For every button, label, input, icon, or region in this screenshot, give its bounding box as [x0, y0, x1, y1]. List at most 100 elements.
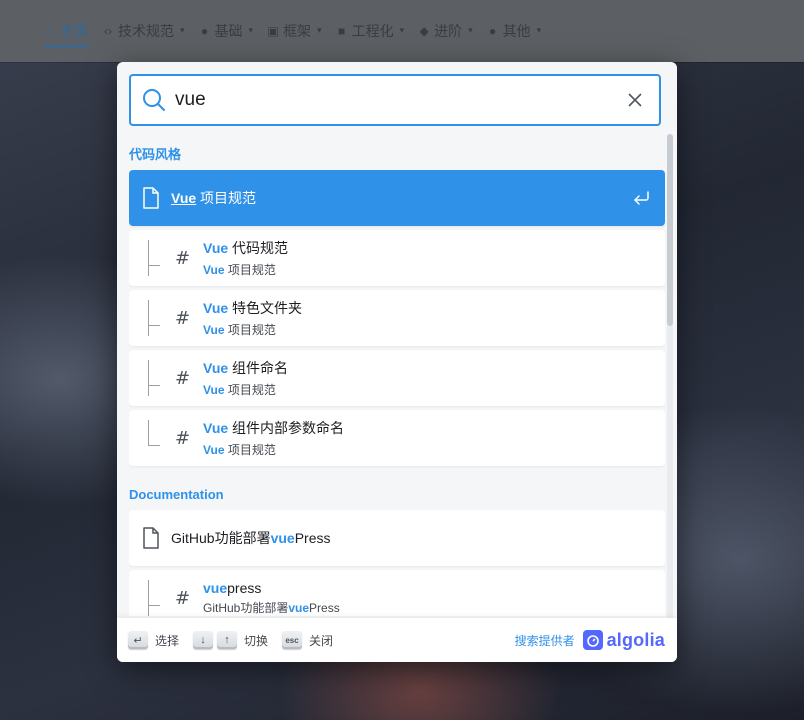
result-title-pre: GitHub功能部署 [171, 530, 271, 546]
result-child-item[interactable]: # Vue 特色文件夹 Vue 项目规范 [129, 290, 665, 346]
enter-key-icon: ↵ [128, 631, 148, 649]
result-child-item[interactable]: # Vue 代码规范 Vue 项目规范 [129, 230, 665, 286]
result-title: Vue 项目规范 [171, 188, 256, 208]
tree-connector [141, 350, 173, 406]
section-title: 代码风格 [129, 147, 182, 162]
nav-item-advanced[interactable]: ◆ 进阶 ▾ [418, 18, 473, 44]
result-path: Vue 项目规范 [203, 381, 288, 398]
algolia-brand: algolia [606, 629, 665, 650]
result-title-rest: Press [294, 530, 331, 546]
algolia-link[interactable]: 搜索提供者 algolia [515, 630, 677, 651]
result-path-rest: Press [309, 601, 340, 615]
result-child-item[interactable]: # Vue 组件命名 Vue 项目规范 [129, 350, 665, 406]
bulb-icon: ● [200, 24, 209, 38]
dots-icon: ● [489, 24, 497, 38]
tree-connector [141, 570, 173, 616]
hash-icon: # [175, 367, 191, 389]
result-path-rest: 项目规范 [224, 383, 276, 397]
top-navbar: ⌂ 主页 ‹› 技术规范 ▾ ● 基础 ▾ ▣ 框架 ▾ ■ 工程化 ▾ ◆ 进… [0, 0, 804, 62]
search-results: 代码风格 Vue 项目规范 # Vue 代码规范 Vue 项目规范 # Vue … [129, 138, 665, 616]
result-item-selected[interactable]: Vue 项目规范 [129, 170, 665, 226]
result-title-rest: 组件内部参数命名 [228, 420, 345, 436]
tree-connector [141, 290, 173, 346]
esc-key-icon: esc [282, 631, 303, 649]
result-item[interactable]: GitHub功能部署vuePress [129, 510, 665, 566]
document-icon [143, 187, 159, 209]
chevron-down-icon: ▾ [180, 24, 185, 35]
result-title-rest: 代码规范 [228, 240, 289, 256]
search-modal: 代码风格 Vue 项目规范 # Vue 代码规范 Vue 项目规范 # [117, 62, 677, 662]
chevron-down-icon: ▾ [248, 24, 254, 35]
close-hint: 关闭 [309, 633, 334, 648]
home-icon: ⌂ [46, 24, 54, 38]
section-title: Documentation [129, 487, 224, 502]
chevron-down-icon: ▾ [536, 24, 542, 35]
result-highlight: Vue [203, 240, 229, 256]
search-input[interactable] [173, 88, 625, 112]
nav-label: 框架 [283, 23, 312, 39]
result-highlight: Vue [171, 190, 197, 206]
result-title: vuepress [203, 580, 340, 596]
result-child-item[interactable]: # Vue 组件内部参数命名 Vue 项目规范 [129, 410, 665, 466]
chevron-down-icon: ▾ [468, 24, 473, 35]
result-highlight: vue [203, 580, 228, 596]
result-highlight: Vue [203, 360, 229, 376]
algolia-icon [582, 630, 603, 650]
arrow-up-key-icon: ↑ [217, 631, 238, 649]
result-path: GitHub功能部署vuePress [203, 599, 340, 616]
result-title: Vue 组件命名 [203, 358, 288, 378]
gem-icon: ◆ [419, 24, 429, 38]
scrollbar-thumb[interactable] [667, 134, 673, 326]
result-path-rest: 项目规范 [224, 263, 276, 277]
nav-item-engineering[interactable]: ■ 工程化 ▾ [336, 18, 405, 44]
tree-connector [141, 410, 173, 466]
hash-icon: # [175, 307, 191, 329]
nav-item-basics[interactable]: ● 基础 ▾ [199, 18, 254, 44]
result-path-rest: 项目规范 [224, 323, 276, 337]
search-bar [129, 74, 661, 126]
hash-icon: # [175, 247, 191, 269]
nav-item-frameworks[interactable]: ▣ 框架 ▾ [267, 18, 322, 44]
search-icon [143, 89, 165, 111]
select-hint: 选择 [155, 633, 180, 648]
result-title: Vue 代码规范 [203, 238, 288, 258]
nav-label: 主页 [60, 23, 88, 39]
frame-icon: ▣ [267, 24, 279, 38]
result-highlight: vue [288, 601, 310, 615]
nav-item-other[interactable]: ● 其他 ▾ [487, 18, 542, 44]
search-footer: ↵ 选择 ↓ ↑ 切换 esc 关闭 搜索提供者 algolia [117, 618, 677, 662]
result-path: Vue 项目规范 [203, 321, 302, 338]
result-title-rest: 组件命名 [228, 360, 289, 376]
result-highlight: Vue [203, 300, 229, 316]
result-path: Vue 项目规范 [203, 441, 344, 458]
result-title-rest: 特色文件夹 [228, 300, 303, 316]
chevron-down-icon: ▾ [399, 24, 405, 35]
result-highlight: Vue [203, 323, 225, 337]
tree-connector [141, 230, 173, 286]
result-child-item[interactable]: # vuepress GitHub功能部署vuePress [129, 570, 665, 616]
result-highlight: Vue [203, 383, 225, 397]
nav-item-home[interactable]: ⌂ 主页 [44, 18, 88, 47]
code-icon: ‹› [104, 24, 112, 38]
nav-item-specs[interactable]: ‹› 技术规范 ▾ [102, 18, 185, 44]
result-highlight: Vue [203, 420, 229, 436]
result-title-rest: 项目规范 [196, 190, 257, 206]
clear-search-button[interactable] [625, 90, 645, 110]
result-title: GitHub功能部署vuePress [171, 528, 331, 548]
document-icon [143, 527, 159, 549]
hash-icon: # [175, 427, 191, 449]
nav-label: 工程化 [351, 23, 394, 39]
arrow-down-key-icon: ↓ [193, 631, 214, 649]
result-highlight: vue [270, 530, 295, 546]
result-path-rest: 项目规范 [224, 443, 276, 457]
result-highlight: Vue [203, 443, 225, 457]
chevron-down-icon: ▾ [317, 24, 322, 35]
close-icon [628, 93, 642, 107]
hash-icon: # [175, 587, 191, 609]
navigate-hint: 切换 [244, 633, 269, 648]
book-icon: ■ [337, 24, 346, 38]
result-path-pre: GitHub功能部署 [203, 601, 289, 615]
results-scrollbar[interactable] [667, 134, 673, 620]
result-title: Vue 组件内部参数命名 [203, 418, 344, 438]
result-title-rest: press [227, 580, 262, 596]
